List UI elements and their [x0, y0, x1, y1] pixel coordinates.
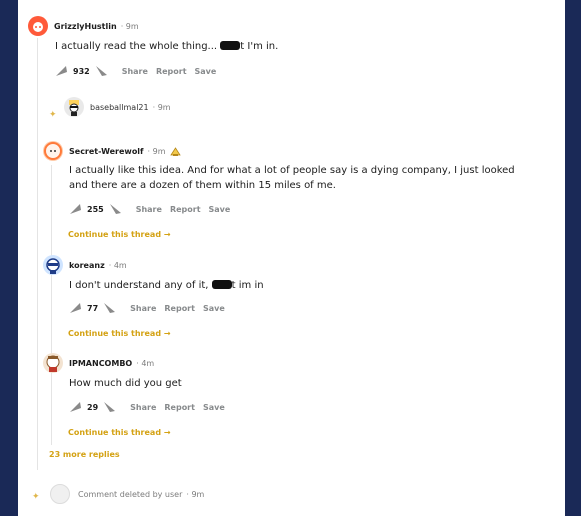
save-button[interactable]: Save: [203, 304, 225, 313]
report-button[interactable]: Report: [156, 67, 187, 76]
avatar[interactable]: [28, 16, 48, 36]
downvote-icon[interactable]: [94, 63, 110, 79]
upvote-icon[interactable]: [68, 201, 84, 217]
action-bar: 77 Share Report Save: [68, 300, 225, 316]
thread-rail[interactable]: [37, 38, 38, 470]
avatar[interactable]: [43, 353, 63, 373]
report-button[interactable]: Report: [164, 304, 195, 313]
upvote-icon[interactable]: [68, 300, 84, 316]
share-button[interactable]: Share: [122, 67, 148, 76]
comment-body: How much did you get: [69, 378, 182, 389]
vote-score: 932: [73, 66, 90, 76]
sparkle-icon: ✦: [32, 492, 40, 502]
continue-thread-link[interactable]: Continue this thread →: [68, 428, 171, 437]
timestamp: 9m: [191, 489, 205, 499]
comment-body: I don't understand any of it, t im in: [69, 280, 264, 291]
username[interactable]: koreanz: [69, 261, 105, 270]
username[interactable]: IPMANCOMBO: [69, 359, 132, 368]
vote-score: 77: [87, 303, 99, 313]
sparkle-icon: ✦: [49, 110, 57, 120]
redaction-mark: [220, 41, 241, 50]
avatar[interactable]: [64, 97, 84, 117]
save-button[interactable]: Save: [203, 403, 225, 412]
timestamp: 9m: [152, 146, 166, 156]
arrow-right-icon: →: [163, 329, 171, 338]
timestamp: 9m: [125, 21, 139, 31]
thread-rail[interactable]: [51, 165, 52, 445]
timestamp: 4m: [141, 358, 155, 368]
comment-panel: GrizzlyHustlin · 9m I actually read the …: [18, 0, 565, 516]
report-button[interactable]: Report: [170, 205, 201, 214]
downvote-icon[interactable]: [102, 300, 118, 316]
comment-body: I actually read the whole thing... t I'm…: [55, 41, 279, 52]
arrow-right-icon: →: [163, 428, 171, 437]
avatar: [50, 484, 70, 504]
timestamp: 9m: [157, 102, 171, 112]
share-button[interactable]: Share: [130, 403, 156, 412]
share-button[interactable]: Share: [130, 304, 156, 313]
save-button[interactable]: Save: [195, 67, 217, 76]
save-button[interactable]: Save: [209, 205, 231, 214]
deleted-comment: Comment deleted by user: [78, 489, 183, 499]
avatar[interactable]: [43, 141, 63, 161]
continue-thread-link[interactable]: Continue this thread →: [68, 329, 171, 338]
vote-score: 29: [87, 402, 99, 412]
action-bar: 932 Share Report Save: [54, 63, 216, 79]
action-bar: 255 Share Report Save: [68, 201, 230, 217]
username[interactable]: baseballmal21: [90, 103, 149, 112]
upvote-icon[interactable]: [68, 399, 84, 415]
timestamp: 4m: [113, 260, 127, 270]
more-replies-link[interactable]: 23 more replies: [49, 450, 120, 459]
username[interactable]: Secret-Werewolf: [69, 147, 144, 156]
share-button[interactable]: Share: [136, 205, 162, 214]
downvote-icon[interactable]: [102, 399, 118, 415]
action-bar: 29 Share Report Save: [68, 399, 225, 415]
report-button[interactable]: Report: [164, 403, 195, 412]
arrow-right-icon: →: [163, 230, 171, 239]
downvote-icon[interactable]: [108, 201, 124, 217]
avatar[interactable]: [43, 255, 63, 275]
username[interactable]: GrizzlyHustlin: [54, 22, 117, 31]
upvote-icon[interactable]: [54, 63, 70, 79]
award-icon: [169, 142, 181, 161]
comment-body: I actually like this idea. And for what …: [69, 165, 515, 191]
vote-score: 255: [87, 204, 104, 214]
continue-thread-link[interactable]: Continue this thread →: [68, 230, 171, 239]
redaction-mark: [211, 280, 232, 289]
